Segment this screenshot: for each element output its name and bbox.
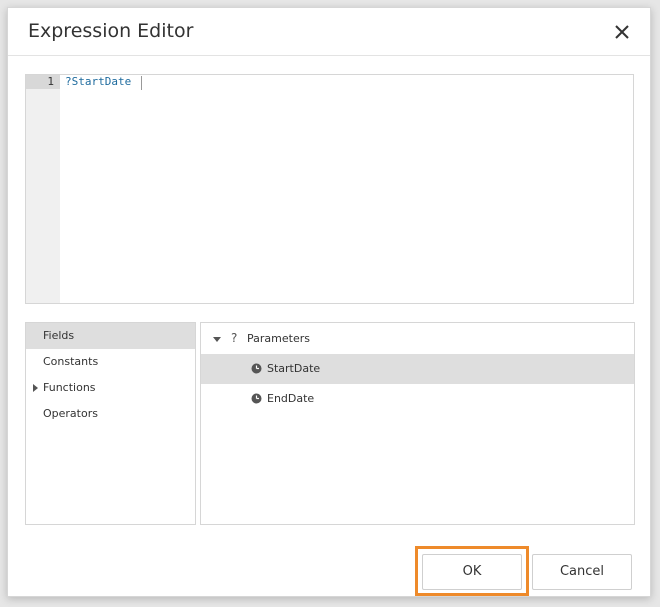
tree-node-label: StartDate	[267, 362, 321, 375]
category-item-functions[interactable]: Functions	[26, 375, 195, 401]
category-item-label: Constants	[43, 355, 99, 368]
line-number-gutter: 1	[26, 75, 60, 303]
field-tree: ? Parameters StartDate EndDate	[200, 322, 635, 525]
category-item-label: Functions	[43, 381, 96, 394]
tree-node-enddate[interactable]: EndDate	[201, 384, 634, 414]
expression-code-editor[interactable]: 1 ?StartDate	[25, 74, 634, 304]
close-icon	[615, 25, 629, 39]
category-item-operators[interactable]: Operators	[26, 401, 195, 427]
expand-arrow-icon[interactable]	[33, 384, 38, 392]
dialog-header: Expression Editor	[8, 8, 650, 56]
category-item-label: Fields	[43, 329, 75, 342]
category-item-constants[interactable]: Constants	[26, 349, 195, 375]
tree-node-startdate[interactable]: StartDate	[201, 354, 634, 384]
category-item-fields[interactable]: Fields	[26, 323, 195, 349]
tree-node-parameters[interactable]: ? Parameters	[201, 324, 634, 354]
dialog-title: Expression Editor	[28, 20, 194, 42]
text-cursor	[141, 76, 142, 90]
tree-node-label: Parameters	[247, 332, 310, 345]
line-number: 1	[26, 75, 60, 89]
clock-icon	[251, 393, 262, 404]
code-text[interactable]: ?StartDate	[65, 75, 131, 89]
collapse-arrow-icon[interactable]	[213, 337, 221, 342]
category-item-label: Operators	[43, 407, 98, 420]
tree-node-label: EndDate	[267, 392, 315, 405]
ok-button[interactable]: OK	[422, 554, 522, 590]
cancel-button[interactable]: Cancel	[532, 554, 632, 590]
parameter-icon: ?	[231, 331, 238, 345]
clock-icon	[251, 363, 262, 374]
close-button[interactable]	[612, 22, 632, 42]
expression-editor-dialog: Expression Editor 1 ?StartDate Fields Co…	[7, 7, 651, 597]
category-list: Fields Constants Functions Operators	[25, 322, 196, 525]
